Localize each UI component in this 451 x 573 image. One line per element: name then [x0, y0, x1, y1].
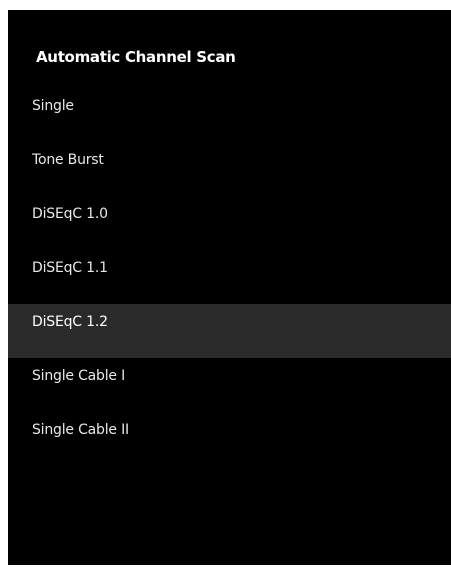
- menu-item-label: DiSEqC 1.2: [32, 314, 108, 330]
- menu-item-label: DiSEqC 1.1: [32, 260, 108, 276]
- menu-item-label: Tone Burst: [32, 152, 104, 168]
- menu-item-single[interactable]: Single: [8, 88, 451, 142]
- menu-item-label: Single Cable II: [32, 422, 129, 438]
- menu-item-single-cable-1[interactable]: Single Cable I: [8, 358, 451, 412]
- menu-item-label: DiSEqC 1.0: [32, 206, 108, 222]
- menu-item-diseqc-1-0[interactable]: DiSEqC 1.0: [8, 196, 451, 250]
- menu-item-diseqc-1-1[interactable]: DiSEqC 1.1: [8, 250, 451, 304]
- menu-title: Automatic Channel Scan: [36, 48, 236, 66]
- menu-list: Single Tone Burst DiSEqC 1.0 DiSEqC 1.1 …: [8, 88, 451, 466]
- menu-item-single-cable-2[interactable]: Single Cable II: [8, 412, 451, 466]
- tv-menu-panel: Automatic Channel Scan Single Tone Burst…: [8, 10, 451, 565]
- menu-item-diseqc-1-2[interactable]: DiSEqC 1.2: [8, 304, 451, 358]
- menu-item-label: Single: [32, 98, 74, 114]
- menu-item-tone-burst[interactable]: Tone Burst: [8, 142, 451, 196]
- menu-item-label: Single Cable I: [32, 368, 126, 384]
